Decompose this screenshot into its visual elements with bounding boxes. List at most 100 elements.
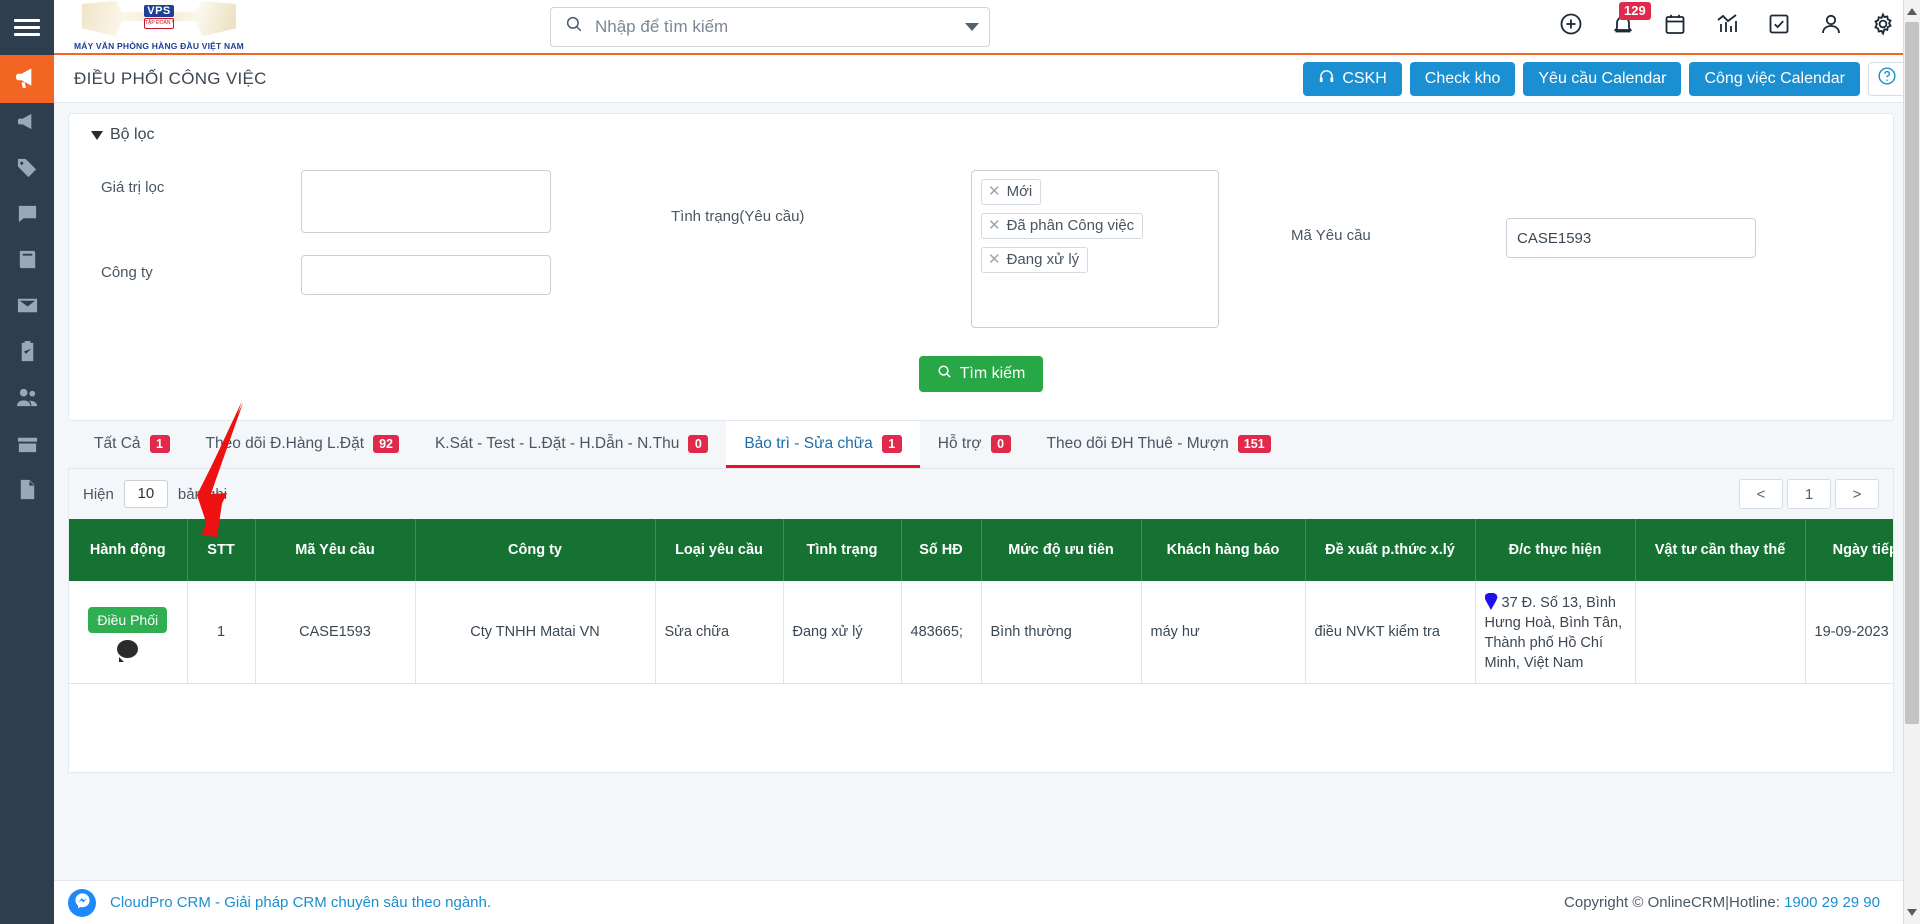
page-size-input[interactable]: 10 [123,480,168,508]
sidebar-item-customers[interactable] [14,387,40,413]
tag-da-phan-cong-viec[interactable]: ✕ Đã phân Công việc [981,213,1144,239]
sidebar-item-book[interactable] [14,249,40,275]
cell-khach-hang-bao: máy hư [1141,581,1306,684]
sidebar-item-tasks[interactable] [14,340,40,367]
tab-count-badge: 0 [990,435,1011,453]
settings-button[interactable] [1870,12,1896,40]
check-kho-label: Check kho [1424,69,1501,87]
column-header-muc-do-uu-tien[interactable]: Mức độ ưu tiên [981,519,1142,581]
column-header-cong-ty[interactable]: Công ty [415,519,656,581]
chevron-down-icon[interactable] [965,22,979,31]
analytics-chart-icon [1715,12,1739,41]
column-header-ngay-tiep[interactable]: Ngày tiếp [1805,519,1893,581]
sidebar-item-inventory[interactable] [14,433,40,459]
chevron-down-icon [91,130,103,140]
tab-khao-sat-test-lap-dat[interactable]: K.Sát - Test - L.Đặt - H.Dẫn - N.Thu 0 [417,421,726,468]
remove-icon[interactable]: ✕ [988,252,1001,267]
cell-vat-tu-can-thay-the [1635,581,1806,684]
sidebar-item-megaphone[interactable] [0,55,54,103]
logo-brand-text: VPS [144,5,174,17]
column-header-ma-yeu-cau[interactable]: Mã Yêu cầu [255,519,416,581]
pagination-prev[interactable]: < [1739,479,1783,509]
tasks-button[interactable] [1766,14,1792,40]
sidebar-item-mail[interactable] [14,295,40,321]
remove-icon[interactable]: ✕ [988,218,1001,233]
column-header-stt[interactable]: STT [187,519,256,581]
column-header-tinh-trang[interactable]: Tình trạng [783,519,902,581]
company-logo[interactable]: VPS TẬP ĐOÀN VPS MÁY VĂN PHÒNG HÀNG ĐẦU … [54,0,264,54]
global-search[interactable] [550,6,990,47]
remove-icon[interactable]: ✕ [988,184,1001,199]
hamburger-menu-icon [14,15,40,40]
cong-viec-calendar-button[interactable]: Công việc Calendar [1689,61,1860,96]
column-header-hanh-dong[interactable]: Hành động [69,519,188,581]
sidebar-item-tags[interactable] [14,157,40,183]
tab-bao-tri-sua-chua[interactable]: Bảo trì - Sửa chữa 1 [726,421,920,468]
tab-label: Bảo trì - Sửa chữa [744,435,873,452]
check-kho-button[interactable]: Check kho [1409,61,1516,96]
chat-bubble-icon[interactable] [117,639,139,662]
sidebar-item-documents[interactable] [14,479,40,505]
column-header-vat-tu-can-thay-the[interactable]: Vật tư cần thay thế [1635,519,1806,581]
chat-icon [16,202,39,230]
calendar-button[interactable] [1662,14,1688,40]
dieu-phoi-button[interactable]: Điều Phối [88,606,168,633]
column-header-dia-chi-thuc-hien[interactable]: Đ/c thực hiện [1475,519,1636,581]
tag-icon [16,156,39,184]
filter-grid: Giá trị lọc Công ty Tình trạng(Yêu cầu) [91,170,1871,350]
account-button[interactable] [1818,14,1844,40]
column-header-loai-yeu-cau[interactable]: Loại yêu cầu [655,519,784,581]
table-row: Điều Phối 1 CASE1593 Cty TNHH Matai VN S… [69,581,1893,684]
search-submit-button[interactable]: Tìm kiếm [918,356,1044,392]
cong-ty-label: Công ty [101,264,153,281]
tinh-trang-multiselect[interactable]: ✕ Mới ✕ Đã phân Công việc ✕ Đang xử lý [971,170,1219,328]
scrollbar-thumb[interactable] [1905,22,1919,724]
cell-cong-ty-link[interactable]: Cty TNHH Matai VN [415,581,656,684]
page-scrollbar[interactable] [1903,0,1920,924]
tag-dang-xu-ly[interactable]: ✕ Đang xử lý [981,247,1089,273]
cell-ma-yeu-cau-link[interactable]: CASE1593 [255,581,416,684]
messenger-icon [74,892,91,914]
footer-hotline[interactable]: 1900 29 29 90 [1784,894,1880,911]
search-input[interactable] [593,15,965,38]
cskh-button[interactable]: CSKH [1303,61,1402,96]
footer-product-link[interactable]: CloudPro CRM - Giải pháp CRM chuyên sâu … [110,894,491,911]
filter-column-left: Giá trị lọc Công ty [91,170,671,317]
messenger-button[interactable] [68,888,96,917]
cell-so-hd-link[interactable]: 483665; [901,581,982,684]
sidebar-item-megaphone-2[interactable] [14,111,40,137]
tab-theo-doi-don-hang-lap-dat[interactable]: Theo dõi Đ.Hàng L.Đặt 92 [188,421,417,468]
sidebar-item-chat[interactable] [14,203,40,229]
cong-ty-input[interactable] [301,255,551,295]
analytics-button[interactable] [1714,14,1740,40]
cell-ngay-tiep: 19-09-2023 3 [1805,581,1893,684]
pagination-page-1[interactable]: 1 [1787,479,1831,509]
notification-badge: 129 [1619,1,1651,20]
column-header-khach-hang-bao[interactable]: Khách hàng báo [1141,519,1306,581]
megaphone-icon [16,110,39,138]
page-title: ĐIỀU PHỐI CÔNG VIỆC [74,68,267,88]
ma-yeu-cau-input[interactable] [1506,218,1756,258]
table-scroll-area[interactable]: Hành động STT Mã Yêu cầu Công ty Loại yê… [69,519,1893,684]
yeu-cau-calendar-button[interactable]: Yêu cầu Calendar [1523,61,1682,96]
tag-label: Đang xử lý [1006,251,1080,268]
add-circle-button[interactable] [1558,13,1584,40]
hamburger-menu-button[interactable] [0,0,54,55]
tab-theo-doi-dh-thue-muon[interactable]: Theo dõi ĐH Thuê - Mượn 151 [1029,421,1289,468]
column-header-so-hd[interactable]: Số HĐ [901,519,982,581]
checkbox-task-icon [1767,12,1791,41]
filter-column-right: Mã Yêu cầu [1291,170,1871,280]
column-header-de-xuat-phuong-thuc[interactable]: Đề xuất p.thức x.lý [1305,519,1476,581]
scroll-down-icon[interactable] [1907,909,1917,916]
help-button[interactable] [1868,61,1906,96]
gia-tri-loc-input[interactable] [301,170,551,233]
show-suffix-label: bản ghi [177,485,228,503]
tag-moi[interactable]: ✕ Mới [981,179,1042,205]
tab-ho-tro[interactable]: Hỗ trợ 0 [920,421,1029,468]
pagination-next[interactable]: > [1835,479,1879,509]
scroll-up-icon[interactable] [1907,8,1917,15]
notifications-button[interactable]: 129 [1610,1,1651,40]
tab-tat-ca[interactable]: Tất Cả 1 [76,421,188,468]
filter-toggle[interactable]: Bộ lọc [91,126,154,144]
logo-tagline: MÁY VĂN PHÒNG HÀNG ĐẦU VIỆT NAM [74,41,244,51]
